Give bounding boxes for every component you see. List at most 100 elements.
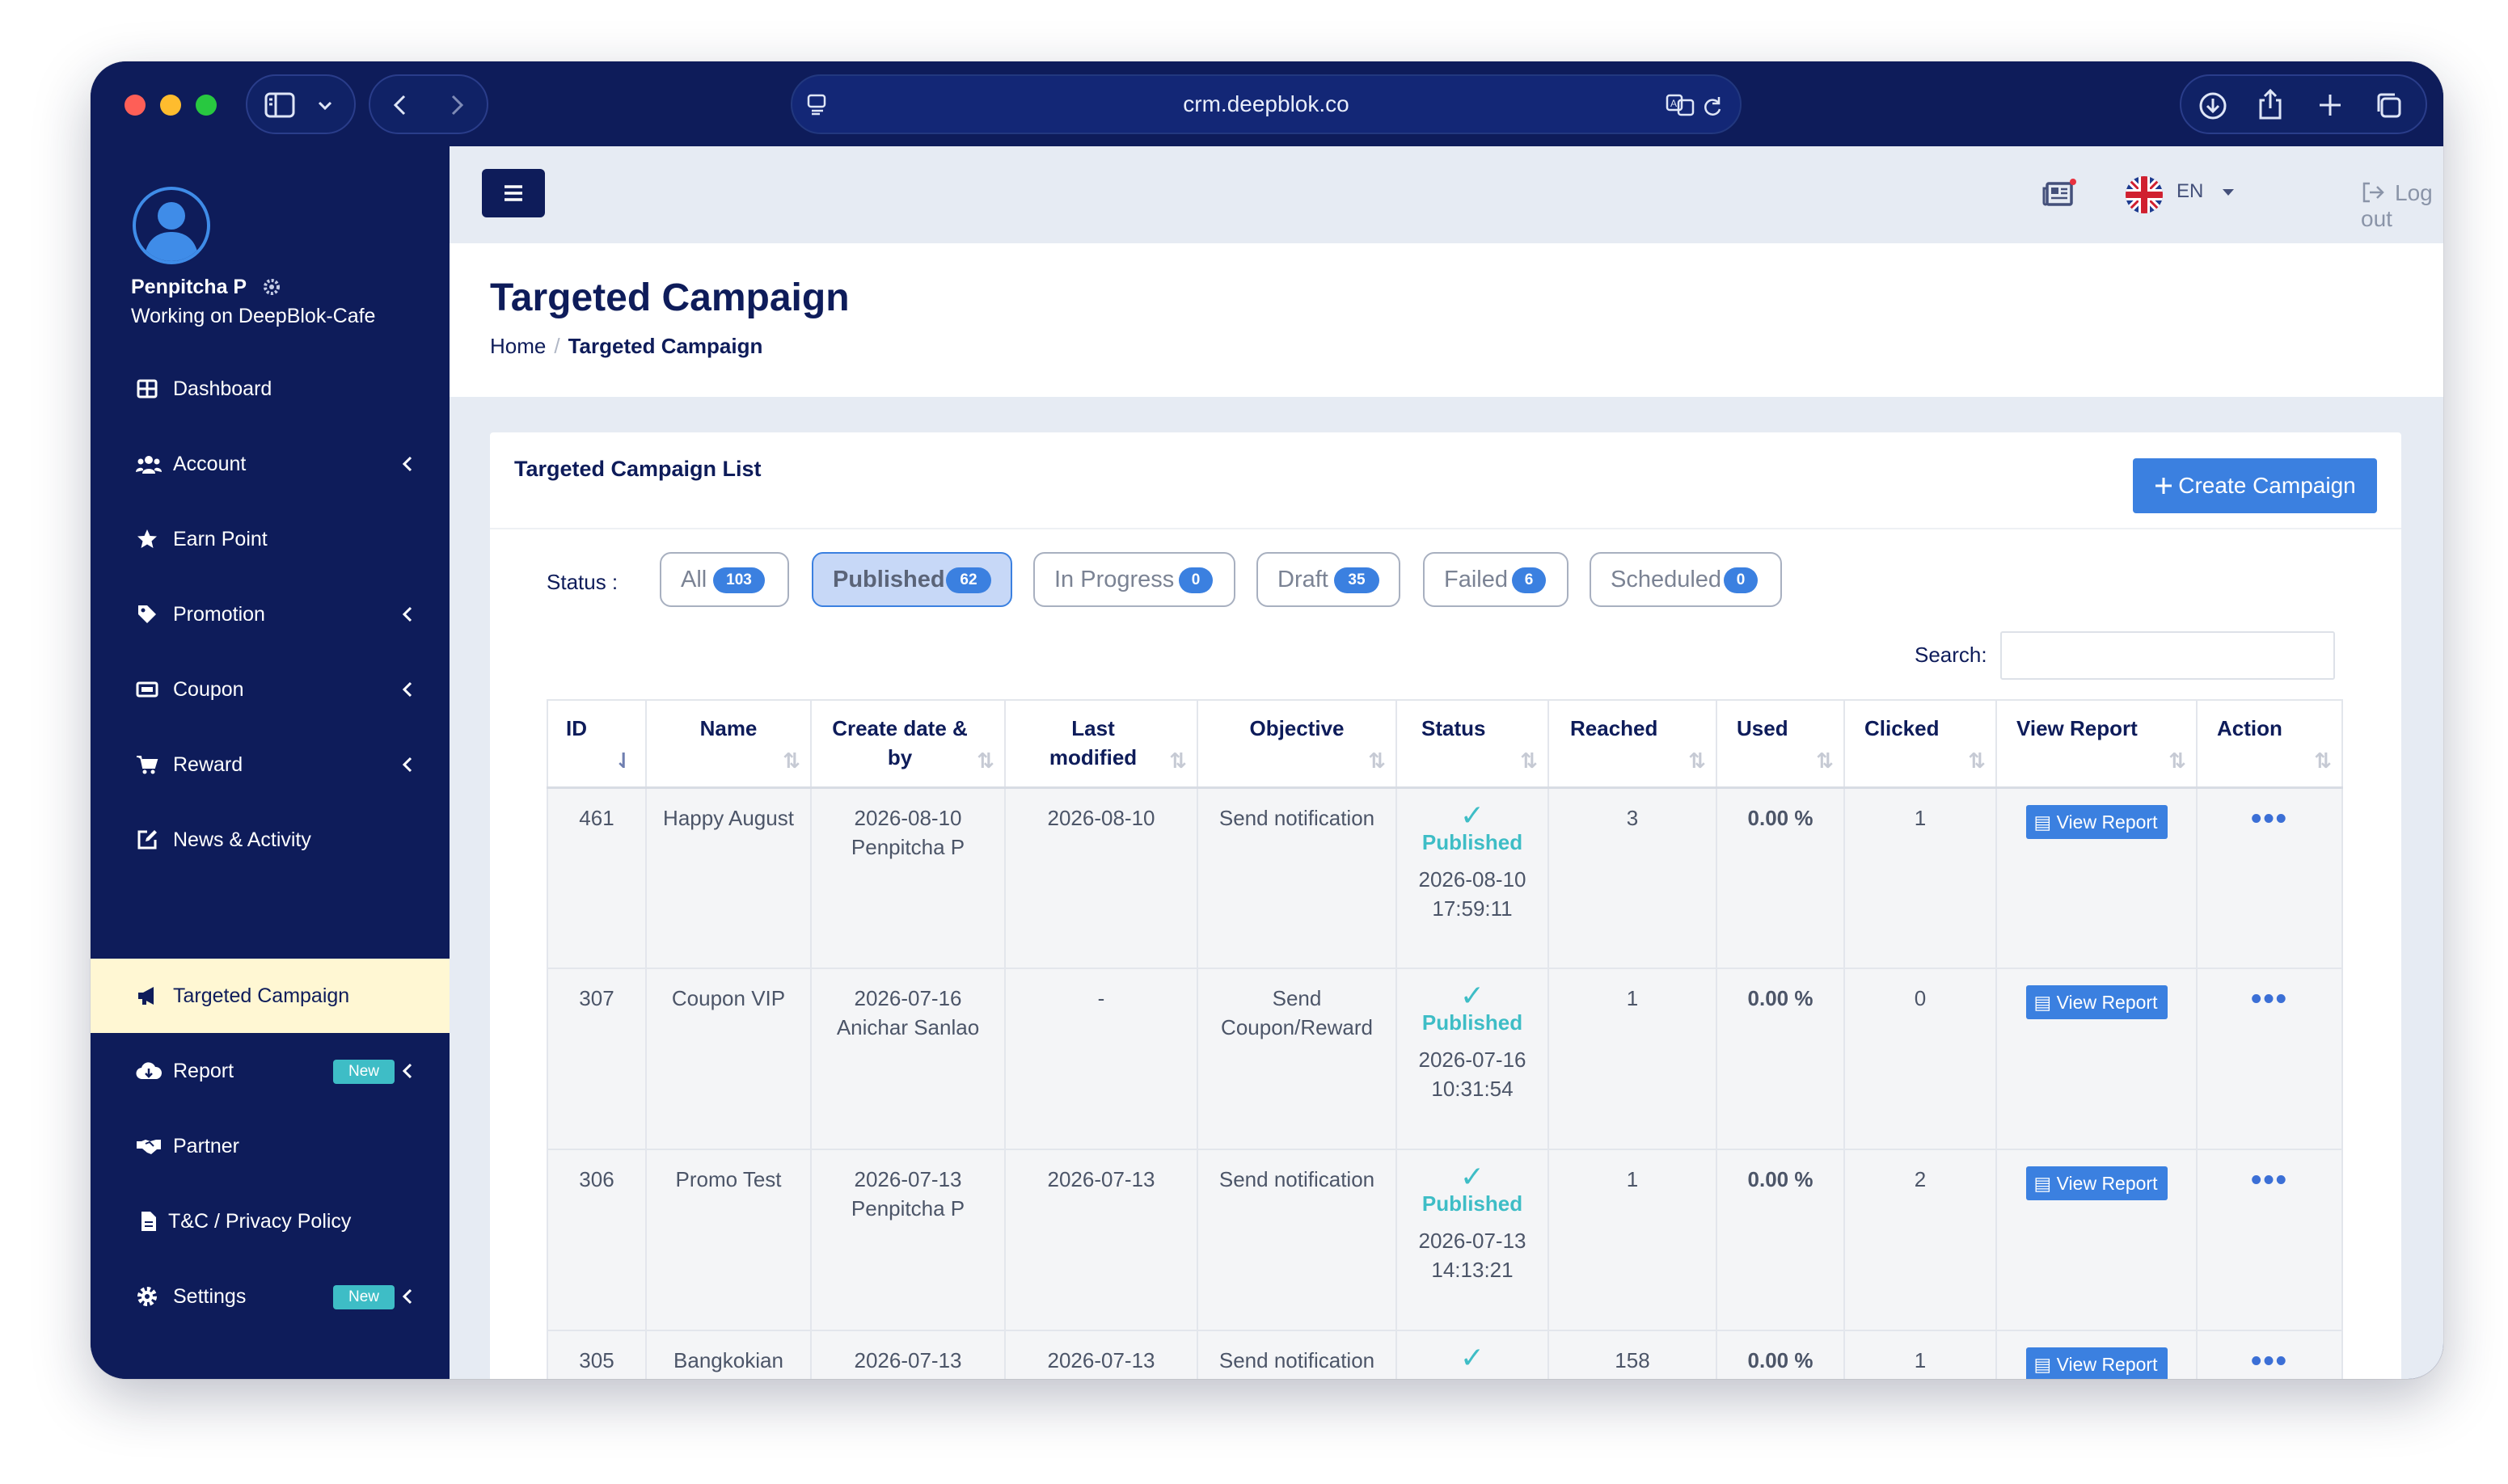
sidebar-item-report[interactable]: Report New — [91, 1034, 450, 1108]
more-actions-icon[interactable]: ••• — [2251, 1163, 2288, 1197]
logout-button[interactable]: Log out — [2361, 180, 2443, 232]
sort-icon: ⇅ — [2168, 748, 2186, 773]
cell-id: 305 — [547, 1330, 647, 1379]
new-tab-icon[interactable] — [2316, 91, 2345, 120]
more-actions-icon[interactable]: ••• — [2251, 1344, 2288, 1378]
column-header-reached[interactable]: Reached ⇅ — [1547, 699, 1717, 789]
sidebar-item-targeted-campaign[interactable]: Targeted Campaign — [91, 959, 450, 1033]
zoom-window-button[interactable] — [196, 95, 217, 116]
view-report-button[interactable]: ▤ View Report — [2025, 804, 2168, 839]
filter-draft[interactable]: Draft 35 — [1256, 552, 1400, 607]
sidebar-item-terms-privacy[interactable]: T&C / Privacy Policy — [91, 1184, 450, 1258]
filter-label: All — [681, 567, 707, 592]
filter-count: 0 — [1724, 567, 1758, 593]
uk-flag-icon[interactable] — [2125, 175, 2164, 214]
cell-reached: 3 — [1547, 786, 1717, 969]
sort-icon: ⇅ — [977, 748, 994, 773]
column-header-objective[interactable]: Objective ⇅ — [1197, 699, 1397, 789]
view-report-label: View Report — [2056, 1354, 2158, 1375]
new-badge: New — [333, 1060, 395, 1084]
status-date: 2026-08-10 — [1418, 866, 1526, 892]
cell-create: 2026-07-13 Penpitcha P — [810, 1149, 1006, 1331]
sort-icon: ⇅ — [1520, 748, 1538, 773]
language-selector[interactable]: EN — [2177, 180, 2236, 203]
view-report-button[interactable]: ▤ View Report — [2025, 1166, 2168, 1200]
create-campaign-button[interactable]: Create Campaign — [2133, 458, 2377, 513]
sidebar-item-reward[interactable]: Reward — [91, 727, 450, 802]
sidebar-item-coupon[interactable]: Coupon — [91, 652, 450, 727]
menu-toggle-button[interactable] — [482, 169, 545, 217]
star-icon — [137, 529, 157, 548]
column-header-clicked[interactable]: Clicked ⇅ — [1843, 699, 1997, 789]
back-arrow-icon[interactable] — [386, 91, 416, 120]
filter-published[interactable]: Published 62 — [812, 552, 1012, 607]
column-header-last-modified[interactable]: Last modified ⇅ — [1004, 699, 1198, 789]
newspaper-icon[interactable] — [2042, 179, 2078, 211]
translate-icon[interactable]: A — [1666, 92, 1696, 118]
minimize-window-button[interactable] — [160, 95, 181, 116]
more-actions-icon[interactable]: ••• — [2251, 802, 2288, 836]
filter-scheduled[interactable]: Scheduled 0 — [1590, 552, 1782, 607]
sidebar-item-news-activity[interactable]: News & Activity — [91, 803, 450, 877]
table-row: 461 Happy August 2026-08-10 Penpitcha P 2… — [547, 786, 2343, 969]
filter-in-progress[interactable]: In Progress 0 — [1033, 552, 1235, 607]
address-bar[interactable]: crm.deepblok.co A — [791, 74, 1742, 134]
file-icon — [141, 1212, 156, 1231]
cell-action: ••• — [2196, 1149, 2343, 1331]
status-date: 2026-07-13 — [1418, 1229, 1526, 1253]
cell-objective: Send notification — [1197, 786, 1397, 969]
cell-last-modified: 2026-08-10 — [1004, 786, 1198, 969]
column-header-name[interactable]: Name ⇅ — [645, 699, 812, 789]
share-icon[interactable] — [2256, 87, 2285, 121]
caret-down-icon — [2223, 188, 2235, 196]
tab-overview-icon[interactable] — [2374, 91, 2405, 121]
cell-objective: Send notification — [1197, 1149, 1397, 1331]
avatar[interactable] — [133, 187, 210, 264]
card-title: Targeted Campaign List — [514, 457, 762, 481]
column-header-id[interactable]: ID ⇃ — [547, 699, 647, 789]
forward-arrow-icon[interactable] — [441, 91, 471, 120]
column-header-action[interactable]: Action ⇅ — [2196, 699, 2343, 789]
sidebar-toggle-button[interactable] — [246, 74, 356, 134]
view-report-button[interactable]: ▤ View Report — [2025, 985, 2168, 1019]
gear-icon — [137, 1287, 157, 1306]
language-code: EN — [2177, 180, 2204, 202]
close-window-button[interactable] — [125, 95, 146, 116]
column-header-view-report[interactable]: View Report ⇅ — [1995, 699, 2198, 789]
column-header-status[interactable]: Status ⇅ — [1395, 699, 1549, 789]
column-header-used[interactable]: Used ⇅ — [1716, 699, 1845, 789]
filter-all[interactable]: All 103 — [660, 552, 789, 607]
sidebar-item-settings[interactable]: Settings New — [91, 1259, 450, 1334]
more-actions-icon[interactable]: ••• — [2251, 982, 2288, 1016]
create-by: Penpitcha P — [851, 834, 965, 859]
chevron-down-icon — [318, 101, 332, 111]
sidebar-item-earn-point[interactable]: Earn Point — [91, 502, 450, 576]
sidebar-item-partner[interactable]: Partner — [91, 1109, 450, 1183]
create-date: 2026-07-13 — [854, 1167, 962, 1191]
view-report-button[interactable]: ▤ View Report — [2025, 1347, 2168, 1379]
user-settings-icon[interactable] — [262, 277, 281, 297]
sidebar-item-promotion[interactable]: Promotion — [91, 577, 450, 651]
file-icon: ▤ — [2033, 1354, 2052, 1375]
chevron-left-icon — [402, 1063, 412, 1079]
cell-view-report: ▤ View Report — [1995, 786, 2198, 969]
column-label: Clicked — [1864, 716, 1940, 740]
sidebar-item-dashboard[interactable]: Dashboard — [91, 352, 450, 426]
cell-objective: Send Coupon/Reward — [1197, 968, 1397, 1150]
download-icon[interactable] — [2198, 91, 2228, 121]
file-icon: ▤ — [2033, 992, 2052, 1013]
create-date: 2026-08-10 — [854, 805, 962, 830]
search-input[interactable] — [2000, 631, 2335, 680]
cell-name: Happy August — [645, 786, 812, 969]
sidebar-item-label: T&C / Privacy Policy — [168, 1210, 352, 1233]
column-header-create-date[interactable]: Create date & by ⇅ — [810, 699, 1006, 789]
breadcrumb-home-link[interactable]: Home — [490, 334, 546, 358]
reload-icon[interactable] — [1701, 94, 1724, 118]
cell-id: 307 — [547, 968, 647, 1150]
check-icon: ✓ — [1459, 979, 1485, 1012]
column-label: Objective — [1249, 716, 1345, 740]
svg-text:A: A — [1670, 98, 1677, 109]
filter-failed[interactable]: Failed 6 — [1423, 552, 1569, 607]
sidebar-item-account[interactable]: Account — [91, 427, 450, 501]
cell-name: Coupon VIP — [645, 968, 812, 1150]
